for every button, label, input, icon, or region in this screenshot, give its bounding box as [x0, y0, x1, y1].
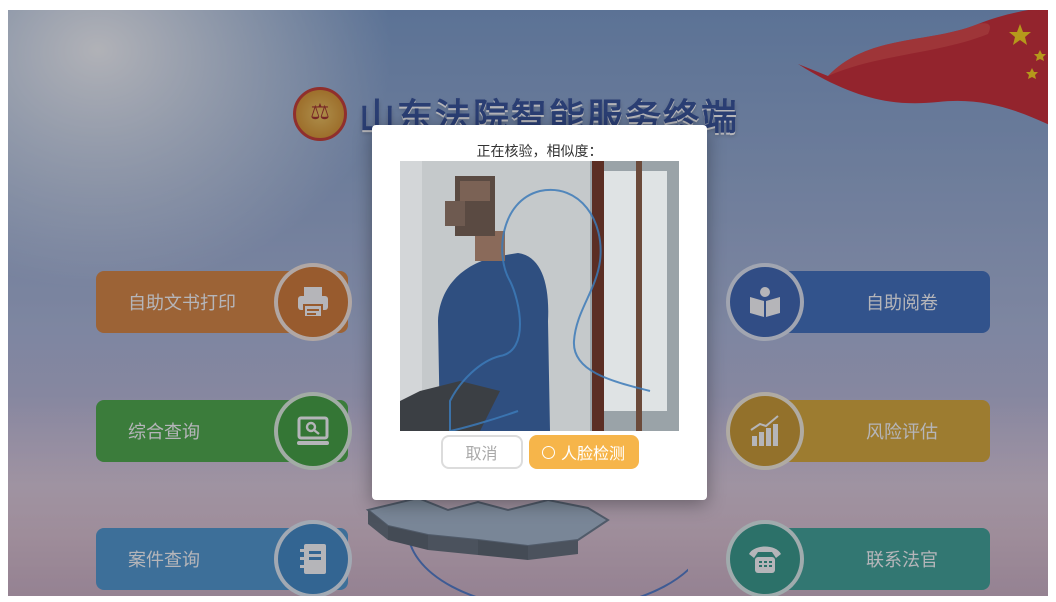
dialog-actions: 取消 人脸检测 [372, 435, 707, 469]
cancel-button[interactable]: 取消 [440, 435, 523, 469]
face-verification-dialog: 正在核验，相似度： 取消 人脸检测 [372, 125, 707, 500]
verification-status-text: 正在核验，相似度： [476, 144, 603, 160]
camera-preview [400, 161, 679, 431]
face-detect-label: 人脸检测 [560, 444, 625, 463]
loading-spinner-icon [541, 445, 555, 459]
face-detect-button[interactable]: 人脸检测 [528, 435, 639, 469]
